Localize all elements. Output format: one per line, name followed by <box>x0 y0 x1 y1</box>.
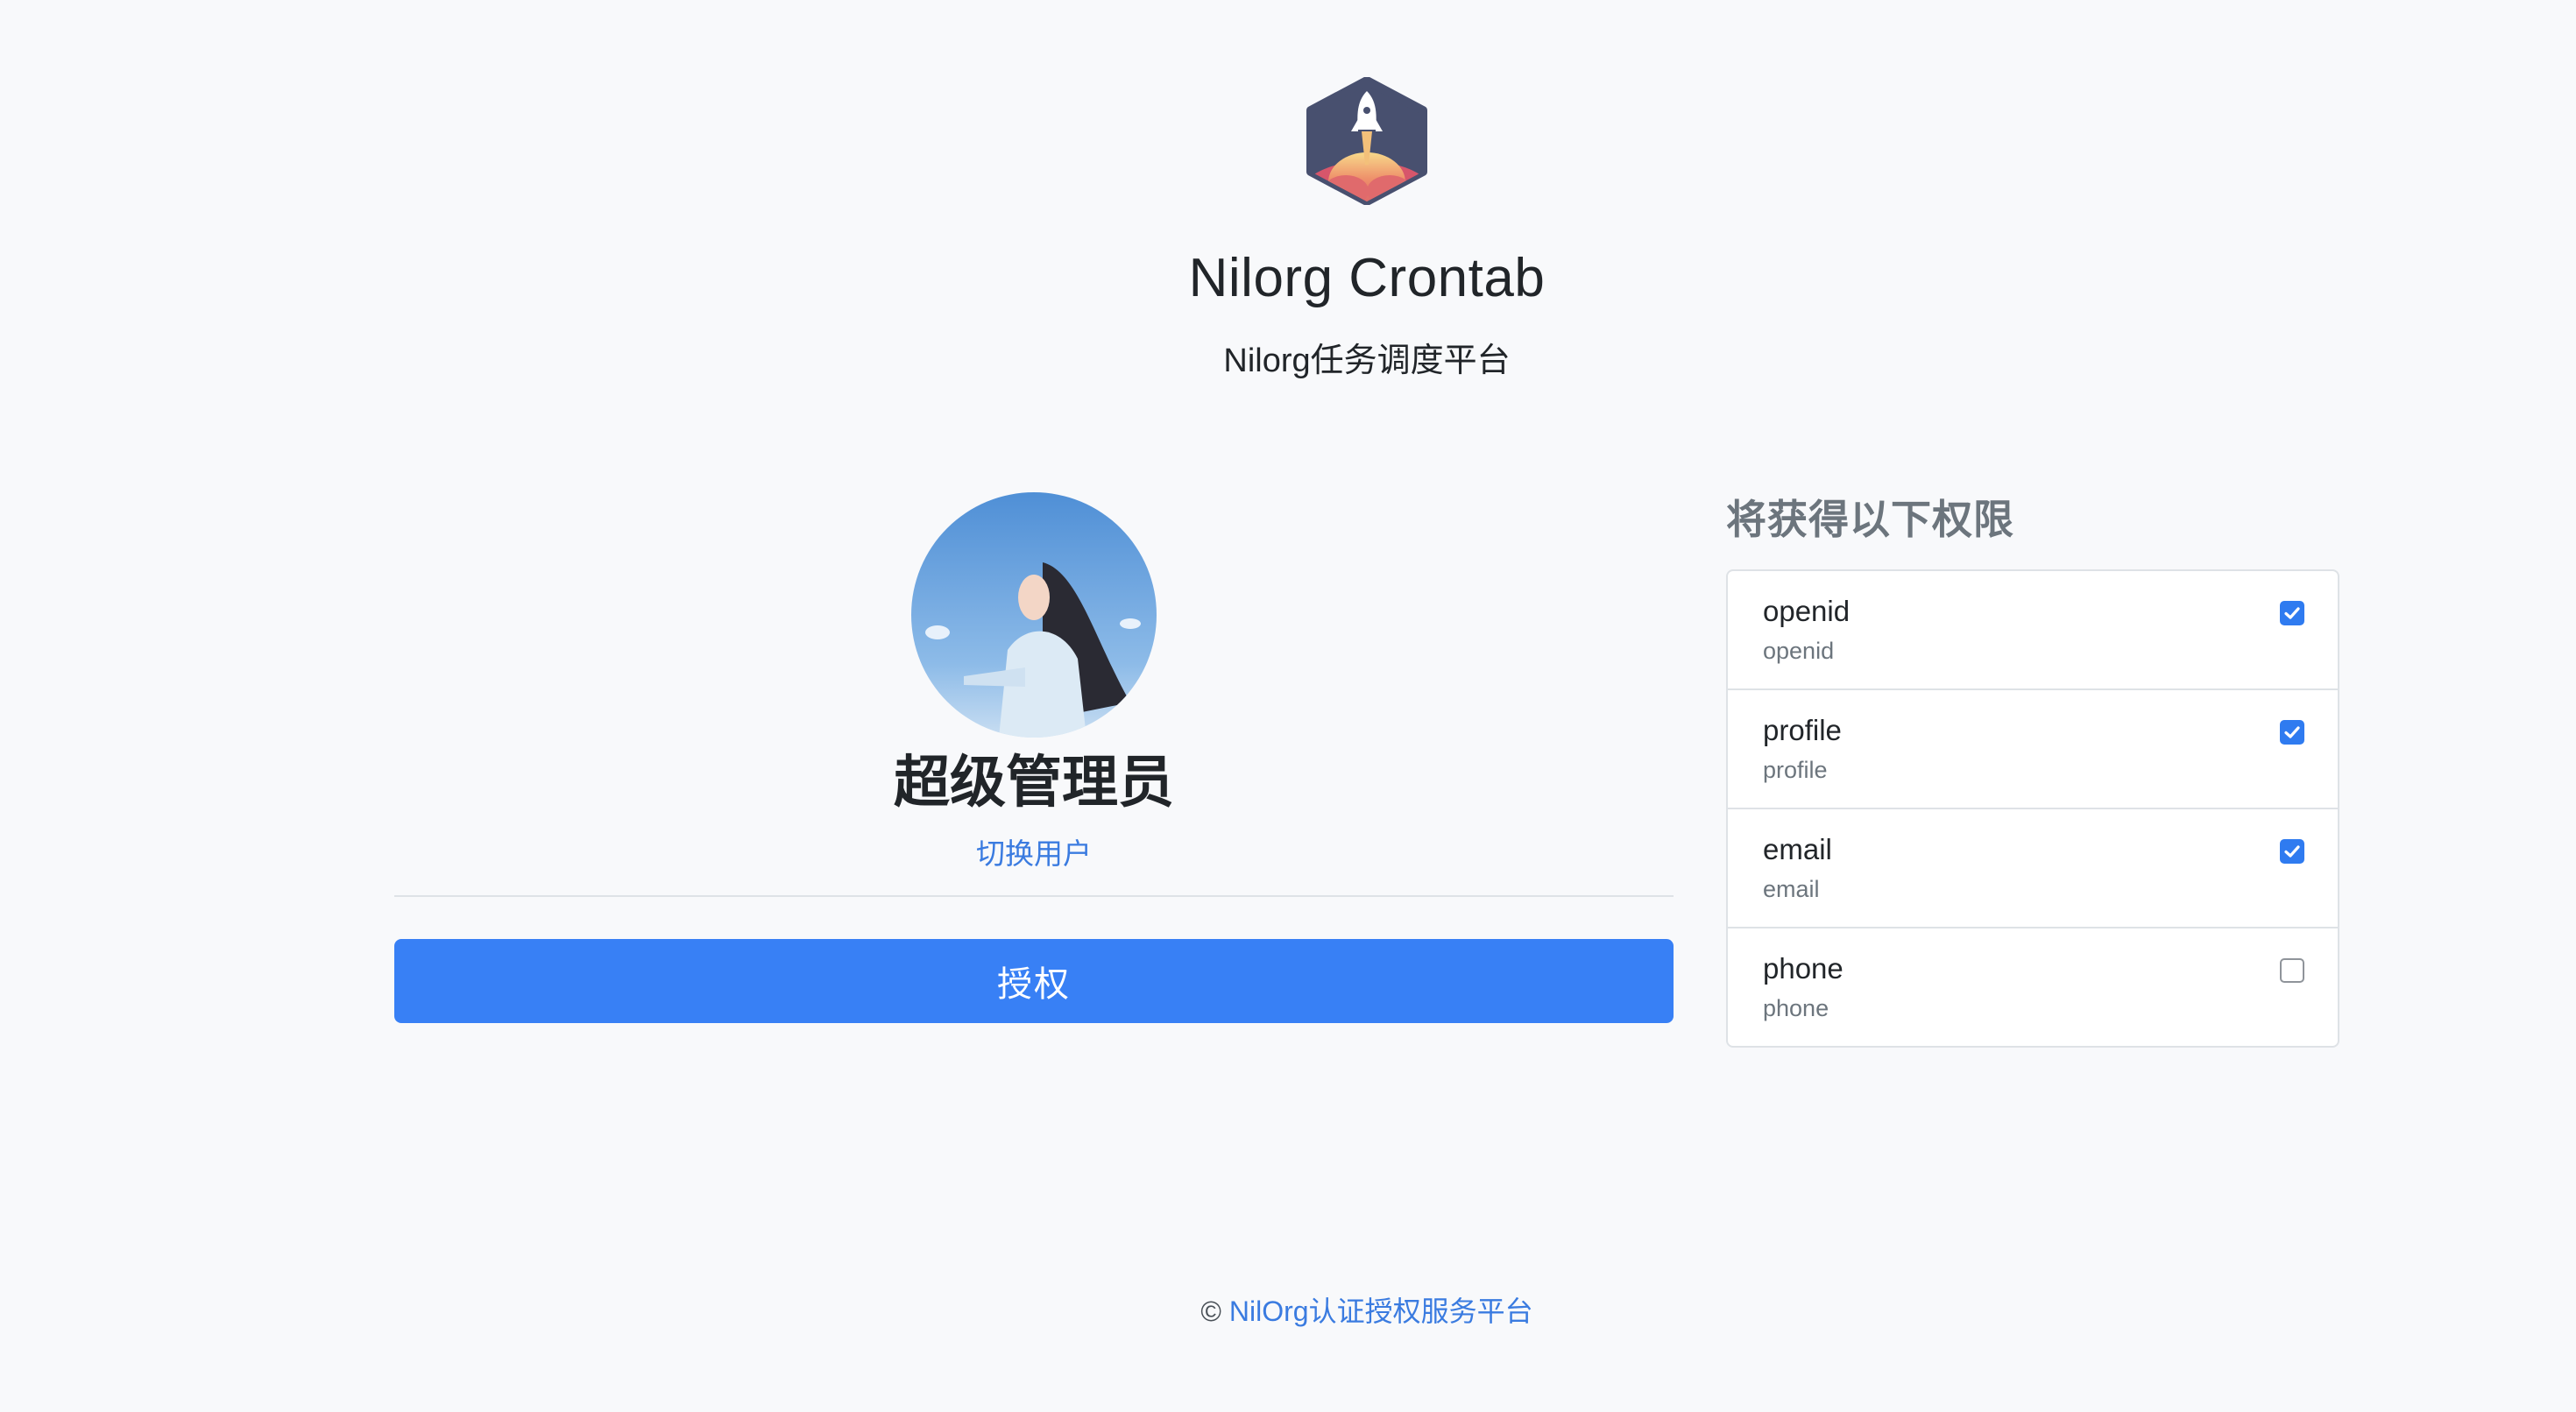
footer-platform-link[interactable]: NilOrg认证授权服务平台 <box>1229 1296 1533 1327</box>
scope-name: email <box>1763 833 1832 865</box>
scopes-panel: 将获得以下权限 openid openid profile profile em… <box>1726 489 2339 1048</box>
app-title: Nilorg Crontab <box>1188 248 1546 308</box>
scope-checkbox-profile[interactable] <box>2280 720 2304 745</box>
scope-description: openid <box>1763 638 1835 664</box>
user-avatar <box>911 492 1157 738</box>
authorize-button[interactable]: 授权 <box>394 939 1674 1024</box>
divider <box>394 895 1674 898</box>
checkmark-icon <box>2284 845 2300 858</box>
copyright-symbol: © <box>1200 1296 1221 1327</box>
switch-user-link[interactable]: 切换用户 <box>394 830 1674 872</box>
checkmark-icon <box>2284 607 2300 619</box>
user-panel: 超级管理员 切换用户 授权 <box>394 492 1674 1024</box>
scope-checkbox-openid[interactable] <box>2280 601 2304 625</box>
oauth-consent-page: Nilorg Crontab Nilorg任务调度平台 超级管理员 切换用户 授… <box>0 0 2576 1412</box>
scopes-heading: 将获得以下权限 <box>1726 497 2014 542</box>
scope-name: phone <box>1763 952 1844 985</box>
scope-item-openid: openid openid <box>1728 571 2338 690</box>
scope-description: email <box>1763 876 1820 902</box>
user-name: 超级管理员 <box>894 751 1174 814</box>
scope-item-email: email email <box>1728 809 2338 928</box>
rocket-logo-icon <box>1304 77 1430 205</box>
scope-name: openid <box>1763 595 1851 627</box>
scope-list: openid openid profile profile email emai… <box>1726 569 2339 1048</box>
scope-description: profile <box>1763 757 1828 783</box>
app-subtitle: Nilorg任务调度平台 <box>1223 342 1511 379</box>
scope-checkbox-email[interactable] <box>2280 839 2304 864</box>
scope-name: profile <box>1763 714 1842 746</box>
scope-checkbox-phone[interactable] <box>2280 958 2304 983</box>
footer: © NilOrg认证授权服务平台 <box>0 1289 2576 1330</box>
scope-description: phone <box>1763 995 1829 1021</box>
scope-item-phone: phone phone <box>1728 928 2338 1046</box>
scope-item-profile: profile profile <box>1728 690 2338 809</box>
checkmark-icon <box>2284 726 2300 738</box>
